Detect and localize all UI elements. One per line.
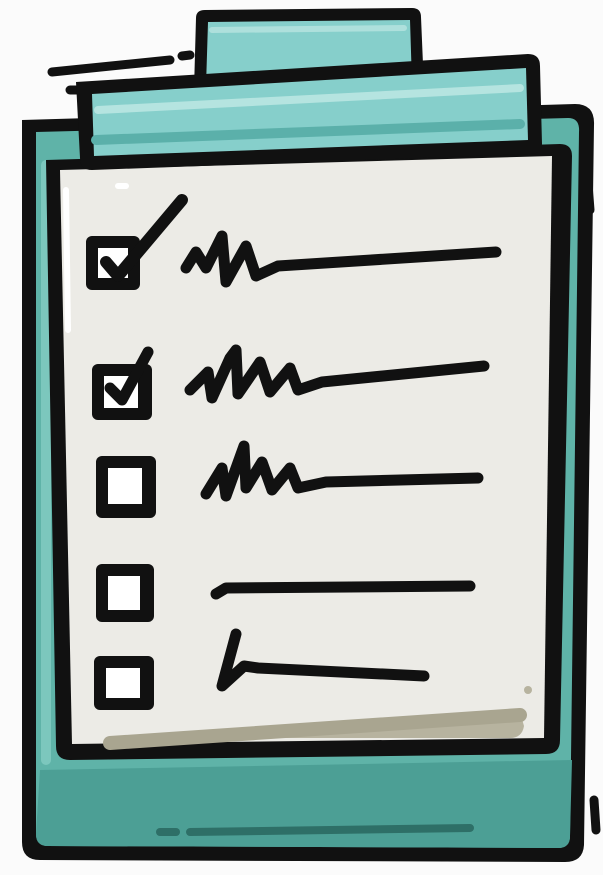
clipboard-svg	[22, 8, 601, 862]
checkbox-empty-icon	[94, 656, 154, 710]
checkbox-empty-icon	[96, 456, 156, 518]
checkbox-empty-icon	[96, 564, 154, 622]
clip-plate	[76, 54, 542, 170]
clipboard-illustration	[0, 0, 603, 875]
paper-dot	[524, 686, 532, 694]
